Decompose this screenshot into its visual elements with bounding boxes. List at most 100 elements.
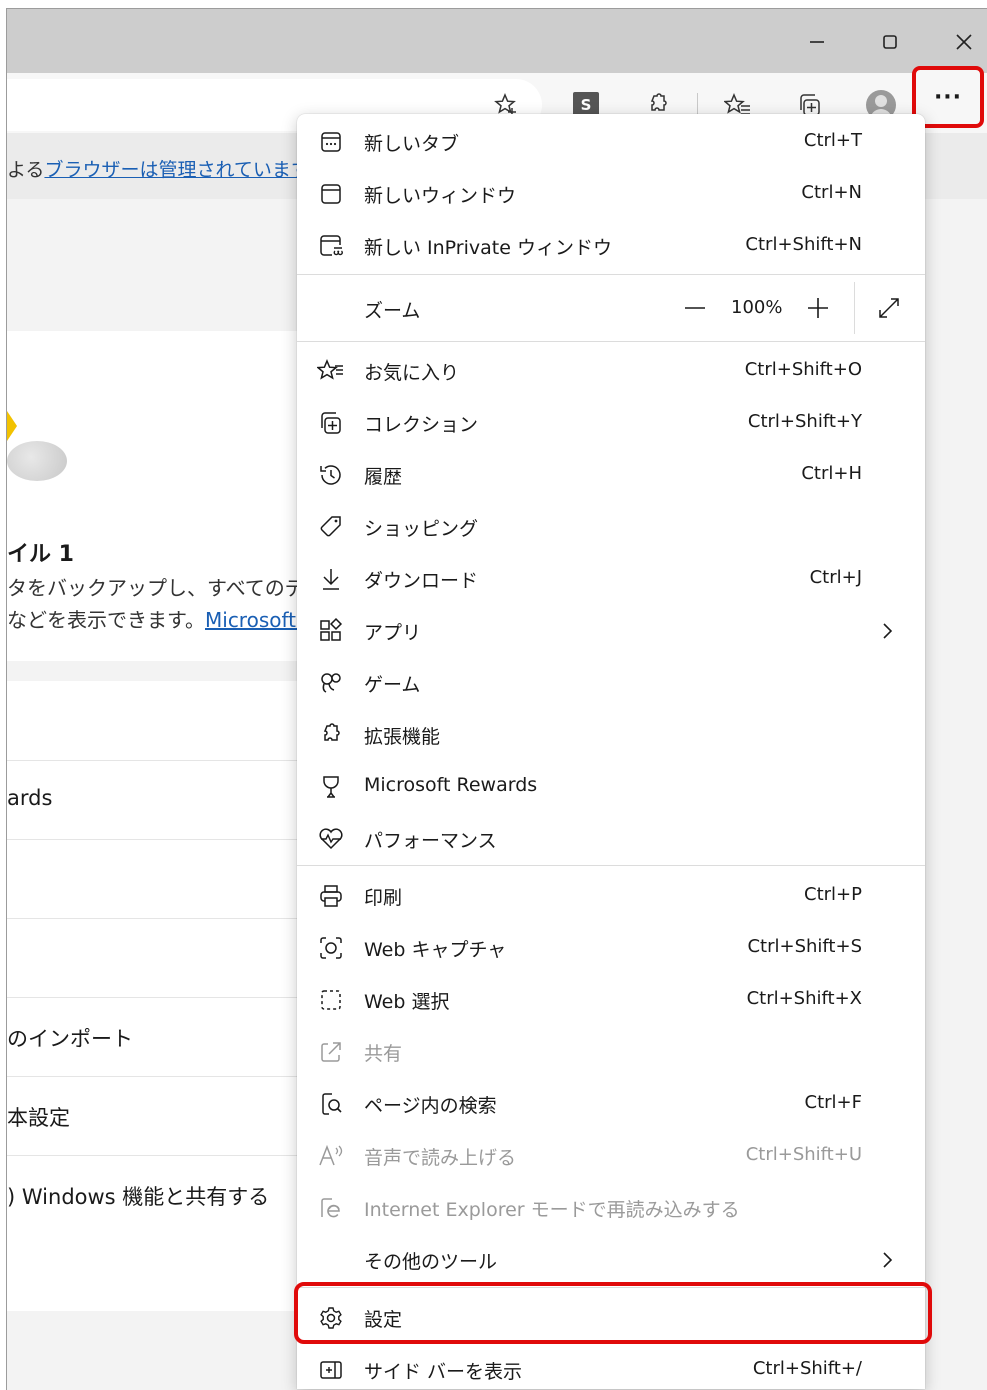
- menu-item-collections[interactable]: コレクション Ctrl+Shift+Y: [297, 397, 925, 449]
- menu-item-web-select[interactable]: Web 選択 Ctrl+Shift+X: [297, 974, 925, 1026]
- title-bar: [7, 9, 987, 73]
- menu-item-shortcut: Ctrl+F: [804, 1092, 862, 1113]
- menu-item-label: 印刷: [364, 887, 403, 909]
- inprivate-icon: [315, 230, 347, 262]
- profile-title: イル 1: [7, 542, 74, 567]
- menu-item-label: 履歴: [364, 466, 403, 488]
- list-item[interactable]: [7, 918, 307, 998]
- menu-item-label: 共有: [364, 1043, 403, 1065]
- menu-item-label: 新しいタブ: [364, 133, 460, 155]
- minimize-icon[interactable]: [797, 25, 837, 59]
- menu-item-find-on-page[interactable]: ページ内の検索 Ctrl+F: [297, 1078, 925, 1130]
- games-icon: [315, 667, 347, 699]
- profile-card: イル 1 タをバックアップし、すべてのデバイス などを表示できます。Micros…: [7, 331, 402, 661]
- read-aloud-icon: [315, 1140, 347, 1172]
- menu-item-label: コレクション: [364, 414, 479, 436]
- menu-item-new-window[interactable]: 新しいウィンドウ Ctrl+N: [297, 168, 925, 220]
- managed-link[interactable]: ブラウザーは管理されています: [44, 159, 309, 181]
- menu-item-new-inprivate[interactable]: 新しい InPrivate ウィンドウ Ctrl+Shift+N: [297, 220, 925, 272]
- list-item[interactable]: 本設定: [7, 1076, 307, 1156]
- new-window-icon: [315, 178, 347, 210]
- web-select-icon: [315, 984, 347, 1016]
- menu-item-shortcut: Ctrl+H: [801, 463, 862, 484]
- menu-item-label: ゲーム: [364, 674, 421, 696]
- zoom-in-button[interactable]: [800, 290, 836, 326]
- full-screen-icon[interactable]: [871, 290, 907, 326]
- menu-divider: [297, 1287, 925, 1288]
- menu-divider: [297, 865, 925, 866]
- menu-item-label: アプリ: [364, 622, 422, 644]
- gear-icon: [315, 1302, 347, 1334]
- menu-item-performance[interactable]: パフォーマンス: [297, 813, 925, 865]
- menu-item-history[interactable]: 履歴 Ctrl+H: [297, 449, 925, 501]
- menu-item-favorites[interactable]: お気に入り Ctrl+Shift+O: [297, 345, 925, 397]
- sparkle-decoration: [7, 411, 17, 441]
- menu-item-shortcut: Ctrl+Shift+O: [744, 359, 862, 380]
- menu-item-settings[interactable]: 設定: [297, 1292, 925, 1344]
- list-item[interactable]: [7, 681, 307, 761]
- chevron-right-icon: [877, 617, 897, 645]
- menu-item-label: ダウンロード: [364, 570, 479, 592]
- close-icon[interactable]: [944, 25, 984, 59]
- settings-and-more-menu: 新しいタブ Ctrl+T 新しいウィンドウ Ctrl+N 新しい InPriva…: [297, 114, 925, 1389]
- list-item[interactable]: のインポート: [7, 997, 307, 1077]
- menu-item-shortcut: Ctrl+P: [804, 884, 862, 905]
- rewards-trophy-icon: [315, 771, 347, 803]
- menu-item-label: 音声で読み上げる: [364, 1147, 517, 1169]
- zoom-label: ズーム: [364, 300, 421, 322]
- menu-item-print[interactable]: 印刷 Ctrl+P: [297, 870, 925, 922]
- managed-text: よるブラウザーは管理されています: [7, 155, 310, 182]
- internet-explorer-icon: [315, 1192, 347, 1224]
- managed-prefix: よる: [7, 159, 45, 181]
- web-capture-icon: [315, 932, 347, 964]
- menu-item-apps[interactable]: アプリ: [297, 605, 925, 657]
- menu-item-show-sidebar[interactable]: サイド バーを表示 Ctrl+Shift+/: [297, 1344, 925, 1389]
- menu-item-share[interactable]: 共有: [297, 1026, 925, 1078]
- menu-item-web-capture[interactable]: Web キャプチャ Ctrl+Shift+S: [297, 922, 925, 974]
- apps-icon: [315, 615, 347, 647]
- profile-description-prefix: などを表示できます。: [7, 608, 205, 632]
- find-on-page-icon: [315, 1088, 347, 1120]
- menu-item-label: パフォーマンス: [364, 830, 497, 852]
- menu-item-shortcut: Ctrl+T: [803, 130, 862, 151]
- menu-item-label: Internet Explorer モードで再読み込みする: [364, 1199, 740, 1221]
- menu-item-shortcut: Ctrl+J: [809, 567, 862, 588]
- settings-list: ards のインポート 本設定 ) Windows 機能と共有する: [7, 681, 307, 1311]
- menu-item-zoom: ズーム 100%: [297, 276, 925, 340]
- menu-item-games[interactable]: ゲーム: [297, 657, 925, 709]
- menu-item-label: 新しいウィンドウ: [364, 185, 517, 207]
- list-item[interactable]: [7, 839, 307, 919]
- zoom-out-button[interactable]: [677, 290, 713, 326]
- menu-item-read-aloud[interactable]: 音声で読み上げる Ctrl+Shift+U: [297, 1130, 925, 1182]
- menu-item-label: 設定: [364, 1309, 403, 1331]
- sidebar-icon: [315, 1354, 347, 1386]
- favorites-icon: [315, 355, 347, 387]
- menu-item-label: お気に入り: [364, 362, 460, 384]
- menu-item-label: 拡張機能: [364, 726, 441, 748]
- menu-item-label: サイド バーを表示: [364, 1361, 523, 1383]
- menu-item-shopping[interactable]: ショッピング: [297, 501, 925, 553]
- menu-item-extensions[interactable]: 拡張機能: [297, 709, 925, 761]
- list-item[interactable]: ) Windows 機能と共有する: [7, 1155, 307, 1234]
- menu-item-more-tools[interactable]: その他のツール: [297, 1234, 925, 1286]
- performance-heart-icon: [315, 823, 347, 855]
- menu-item-shortcut: Ctrl+Shift+N: [745, 234, 862, 255]
- menu-item-ie-mode[interactable]: Internet Explorer モードで再読み込みする: [297, 1182, 925, 1234]
- profile-illustration: [7, 441, 67, 481]
- menu-item-rewards[interactable]: Microsoft Rewards: [297, 761, 925, 813]
- menu-item-shortcut: Ctrl+Shift+S: [747, 936, 862, 957]
- menu-item-label: Web キャプチャ: [364, 939, 507, 961]
- menu-item-shortcut: Ctrl+Shift+Y: [747, 411, 862, 432]
- menu-item-new-tab[interactable]: 新しいタブ Ctrl+T: [297, 116, 925, 168]
- maximize-icon[interactable]: [870, 25, 910, 59]
- zoom-value: 100%: [731, 297, 783, 318]
- list-item[interactable]: ards: [7, 760, 307, 840]
- new-tab-icon: [315, 126, 347, 158]
- menu-item-downloads[interactable]: ダウンロード Ctrl+J: [297, 553, 925, 605]
- print-icon: [315, 880, 347, 912]
- menu-item-shortcut: Ctrl+Shift+U: [745, 1144, 862, 1165]
- chevron-right-icon: [877, 1246, 897, 1274]
- collections-icon: [315, 407, 347, 439]
- download-icon: [315, 563, 347, 595]
- menu-item-shortcut: Ctrl+Shift+/: [752, 1358, 862, 1379]
